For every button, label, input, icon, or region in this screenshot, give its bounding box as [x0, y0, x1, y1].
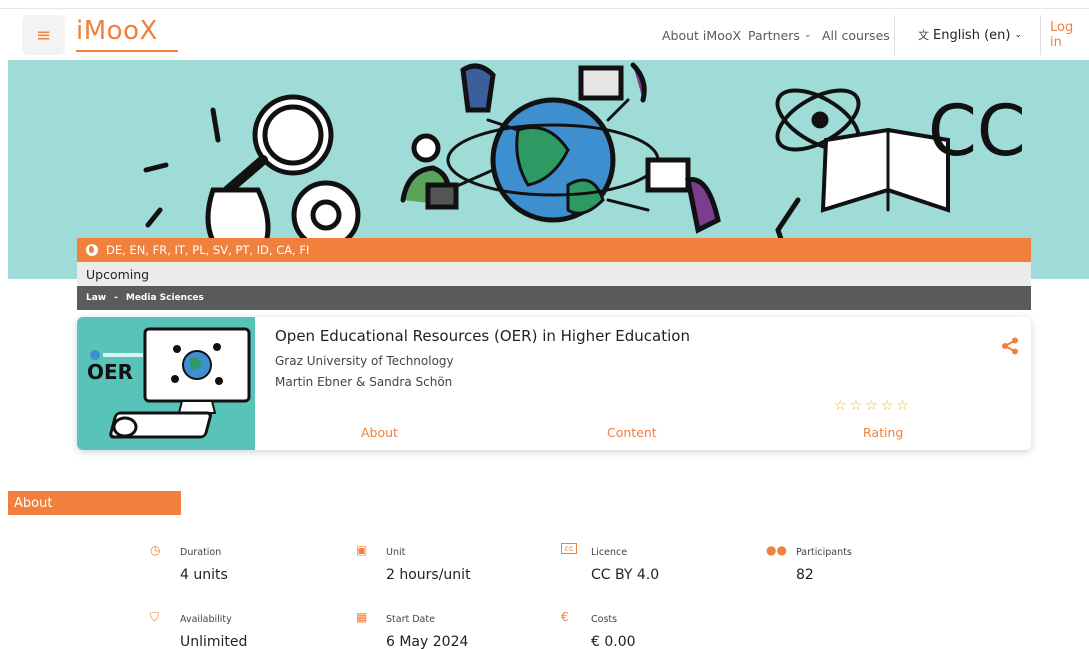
globe-icon [86, 244, 98, 256]
nav-partners-dropdown[interactable]: Partners ⌄ [748, 9, 812, 61]
translate-icon: 文 [918, 29, 929, 42]
info-value: 6 May 2024 [386, 634, 469, 649]
category-law[interactable]: Law [86, 293, 106, 303]
info-label: Costs [591, 614, 618, 625]
course-title: Open Educational Resources (OER) in High… [275, 327, 690, 345]
info-label: Unit [386, 547, 406, 558]
share-icon [1002, 337, 1018, 355]
info-label: Licence [591, 547, 628, 558]
info-label: Availability [180, 614, 232, 625]
rating-stars[interactable]: ☆ ☆ ☆ ☆ ☆ [834, 398, 909, 414]
course-status-bar: Upcoming [77, 262, 1031, 286]
oer-computer-illustration: OER [87, 327, 251, 439]
course-status: Upcoming [86, 266, 150, 282]
login-link[interactable]: Log in [1050, 9, 1089, 61]
menu-toggle-button[interactable]: ≡ [22, 15, 65, 55]
logo-underline [76, 50, 178, 52]
svg-text:CC: CC [928, 90, 1026, 172]
course-thumbnail: OER [77, 317, 255, 450]
users-icon: ●● [766, 543, 787, 557]
nav-partners-label: Partners [748, 27, 800, 43]
info-value: € 0.00 [591, 634, 636, 649]
chevron-down-icon: ⌄ [803, 30, 812, 40]
language-selector[interactable]: 文 English (en) ⌄ [918, 9, 1022, 61]
info-label: Duration [180, 547, 222, 558]
logo-text: iMooX [76, 16, 158, 46]
info-label: Start Date [386, 614, 435, 625]
course-authors: Martin Ebner & Sandra Schön [275, 375, 453, 389]
info-value: 82 [796, 567, 814, 583]
euro-icon: € [561, 610, 569, 624]
nav-all-courses-link[interactable]: All courses [822, 9, 890, 61]
course-university: Graz University of Technology [275, 354, 454, 368]
nav-divider [1040, 15, 1041, 55]
tab-content[interactable]: Content [607, 425, 657, 440]
about-section-heading: About [8, 491, 181, 515]
star-outline-icon[interactable]: ☆ [834, 398, 847, 414]
info-value: CC BY 4.0 [591, 567, 660, 583]
cc-icon: cc [561, 543, 577, 554]
info-value: Unlimited [180, 634, 248, 649]
course-category-bar: Law - Media Sciences [77, 286, 1031, 310]
shield-icon: ⛉ [150, 610, 160, 624]
info-label: Participants [796, 547, 852, 558]
imoox-logo[interactable]: iMooX [76, 14, 178, 52]
tab-rating[interactable]: Rating [863, 425, 903, 440]
star-outline-icon[interactable]: ☆ [850, 398, 863, 414]
info-value: 4 units [180, 567, 228, 583]
course-languages-bar: DE, EN, FR, IT, PL, SV, PT, ID, CA, FI [77, 238, 1031, 262]
tab-about[interactable]: About [361, 425, 398, 440]
top-navbar: ≡ iMooX About iMooX Partners ⌄ All cours… [0, 8, 1089, 60]
course-card: OER Open Educational Resources (OER) in … [77, 317, 1031, 450]
calendar-icon: ▦ [356, 610, 368, 624]
category-media-sciences[interactable]: Media Sciences [126, 293, 204, 303]
chevron-down-icon: ⌄ [1014, 30, 1023, 40]
nav-divider [894, 15, 895, 55]
share-button[interactable] [1001, 337, 1019, 359]
language-label: English (en) [933, 27, 1011, 43]
info-value: 2 hours/unit [386, 567, 471, 583]
hamburger-icon: ≡ [35, 24, 52, 46]
star-outline-icon[interactable]: ☆ [896, 398, 909, 414]
course-languages: DE, EN, FR, IT, PL, SV, PT, ID, CA, FI [106, 243, 310, 257]
video-icon: ▣ [356, 543, 368, 557]
nav-about-link[interactable]: About iMooX [662, 9, 741, 61]
category-separator: - [114, 293, 118, 303]
star-outline-icon[interactable]: ☆ [865, 398, 878, 414]
thumbnail-oer-label: OER [87, 360, 133, 384]
star-outline-icon[interactable]: ☆ [881, 398, 894, 414]
clock-icon: ◷ [150, 543, 161, 557]
